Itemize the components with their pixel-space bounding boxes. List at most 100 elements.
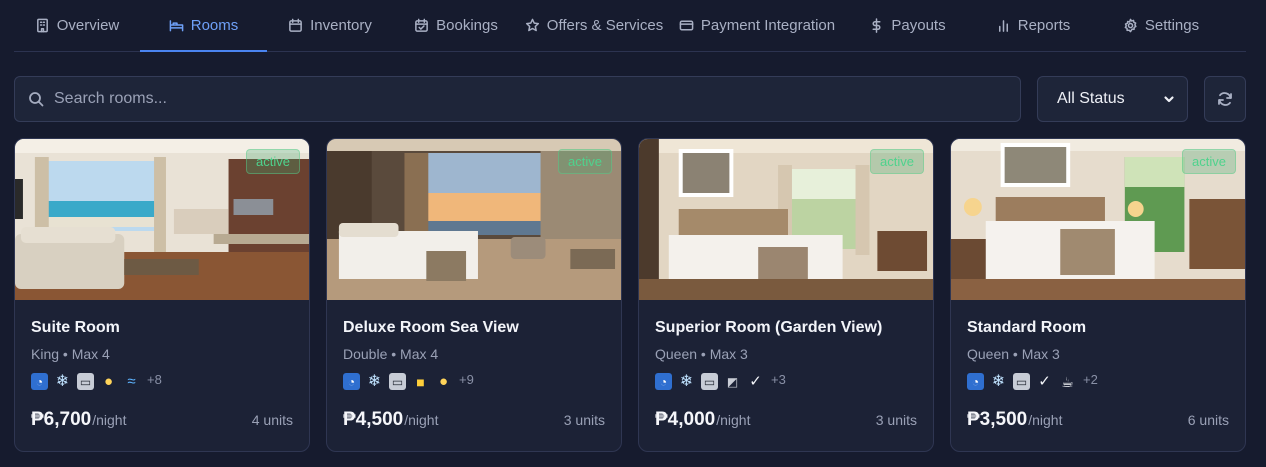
price-amount: ₱6,700 <box>31 409 92 430</box>
pool-icon: ● <box>438 373 449 390</box>
calendar-check-icon <box>415 18 429 32</box>
tab-label: Offers & Services <box>546 17 664 34</box>
search-icon <box>29 92 44 107</box>
price-period: /night <box>716 412 751 428</box>
room-units: 3 units <box>563 412 605 428</box>
tab-offers-services[interactable]: Offers & Services <box>519 0 669 51</box>
wifi-icon: ◔ <box>343 373 360 390</box>
tab-label: Payouts <box>891 17 946 34</box>
room-card[interactable]: active Deluxe Room Sea View Double • Max… <box>326 138 622 452</box>
lock-icon: ■ <box>416 373 425 390</box>
room-name: Deluxe Room Sea View <box>343 319 519 336</box>
room-card[interactable]: active Superior Room (Garden View) Queen… <box>638 138 934 452</box>
tab-inventory[interactable]: Inventory <box>267 0 393 51</box>
status-badge: active <box>558 149 612 174</box>
wifi-icon: ◔ <box>31 373 48 390</box>
chevron-down-icon <box>1164 96 1174 103</box>
price-amount: ₱4,500 <box>343 409 404 430</box>
tab-label: Settings <box>1144 17 1200 34</box>
search-input[interactable] <box>54 90 954 108</box>
room-details: Double • Max 4 <box>343 346 439 362</box>
room-price: ₱6,700 /night <box>31 409 126 431</box>
room-photo: active <box>327 139 621 300</box>
more-amenities-count: +3 <box>771 372 786 387</box>
room-card[interactable]: active Standard Room Queen • Max 3 ◔ ❄ ▭… <box>950 138 1246 452</box>
bar-chart-icon <box>998 20 1008 32</box>
room-units: 6 units <box>1187 412 1229 428</box>
tab-label: Overview <box>56 17 120 34</box>
snowflake-icon: ❄ <box>367 372 382 390</box>
snowflake-icon: ❄ <box>55 372 70 390</box>
tab-label: Rooms <box>190 17 239 34</box>
tab-bookings[interactable]: Bookings <box>393 0 519 51</box>
tab-settings[interactable]: Settings <box>1096 0 1226 51</box>
refresh-icon <box>1218 92 1232 106</box>
room-units: 3 units <box>875 412 917 428</box>
tab-rooms[interactable]: Rooms <box>140 0 267 52</box>
room-name: Standard Room <box>967 319 1087 336</box>
more-amenities-count: +2 <box>1083 372 1098 387</box>
star-icon <box>525 18 539 32</box>
room-photo: active <box>639 139 933 300</box>
price-amount: ₱3,500 <box>967 409 1028 430</box>
status-filter-select[interactable]: All Status <box>1037 76 1188 122</box>
main-tabs: Overview Rooms Inventory Bookings Offers… <box>14 0 1246 52</box>
kitchen-icon: ◩ <box>726 374 739 389</box>
tab-reports[interactable]: Reports <box>970 0 1096 51</box>
amenities-list: ◔ ❄ ▭ ■ ● +9 <box>343 372 474 390</box>
tv-icon: ▭ <box>389 373 406 390</box>
room-photo: active <box>15 139 309 300</box>
tv-icon: ▭ <box>701 373 718 390</box>
tab-label: Inventory <box>310 17 372 34</box>
amenities-list: ◔ ❄ ▭ ◩ ✓ +3 <box>655 372 786 390</box>
credit-card-icon <box>679 20 694 31</box>
snowflake-icon: ❄ <box>991 372 1006 390</box>
status-filter-value: All Status <box>1057 90 1125 107</box>
price-amount: ₱4,000 <box>655 409 716 430</box>
gear-icon <box>1124 18 1137 33</box>
tab-payment-integration[interactable]: Payment Integration <box>669 0 845 51</box>
room-price: ₱4,500 /night <box>343 409 438 431</box>
search-box[interactable] <box>14 76 1021 122</box>
tv-icon: ▭ <box>77 373 94 390</box>
tab-label: Payment Integration <box>700 17 836 34</box>
tab-overview[interactable]: Overview <box>14 0 140 51</box>
calendar-icon <box>289 18 303 32</box>
room-details: King • Max 4 <box>31 346 110 362</box>
status-badge: active <box>870 149 924 174</box>
status-badge: active <box>1182 149 1236 174</box>
wave-icon: ≈ <box>127 373 136 390</box>
room-units: 4 units <box>251 412 293 428</box>
room-price: ₱3,500 /night <box>967 409 1062 431</box>
coffee-icon: ☕ <box>1061 373 1074 390</box>
check-icon: ✓ <box>1038 373 1051 390</box>
more-amenities-count: +9 <box>459 372 474 387</box>
tv-icon: ▭ <box>1013 373 1030 390</box>
tab-payouts[interactable]: Payouts <box>845 0 970 51</box>
tab-label: Reports <box>1017 17 1071 34</box>
amenities-list: ◔ ❄ ▭ ● ≈ +8 <box>31 372 162 390</box>
price-period: /night <box>1028 412 1063 428</box>
room-photo: active <box>951 139 1245 300</box>
bed-icon <box>169 20 184 32</box>
price-period: /night <box>404 412 439 428</box>
amenities-list: ◔ ❄ ▭ ✓ ☕ +2 <box>967 372 1098 390</box>
room-name: Suite Room <box>31 319 120 336</box>
check-icon: ✓ <box>749 373 762 390</box>
pool-icon: ● <box>103 373 114 390</box>
tab-label: Bookings <box>436 17 498 34</box>
refresh-button[interactable] <box>1204 76 1246 122</box>
room-card[interactable]: active Suite Room King • Max 4 ◔ ❄ ▭ ● ≈… <box>14 138 310 452</box>
wifi-icon: ◔ <box>967 373 984 390</box>
room-name: Superior Room (Garden View) <box>655 319 883 336</box>
price-period: /night <box>92 412 127 428</box>
wifi-icon: ◔ <box>655 373 672 390</box>
dollar-icon <box>872 18 881 33</box>
building-icon <box>36 18 48 33</box>
more-amenities-count: +8 <box>147 372 162 387</box>
status-badge: active <box>246 149 300 174</box>
room-price: ₱4,000 /night <box>655 409 750 431</box>
snowflake-icon: ❄ <box>679 372 694 390</box>
room-details: Queen • Max 3 <box>655 346 748 362</box>
room-details: Queen • Max 3 <box>967 346 1060 362</box>
